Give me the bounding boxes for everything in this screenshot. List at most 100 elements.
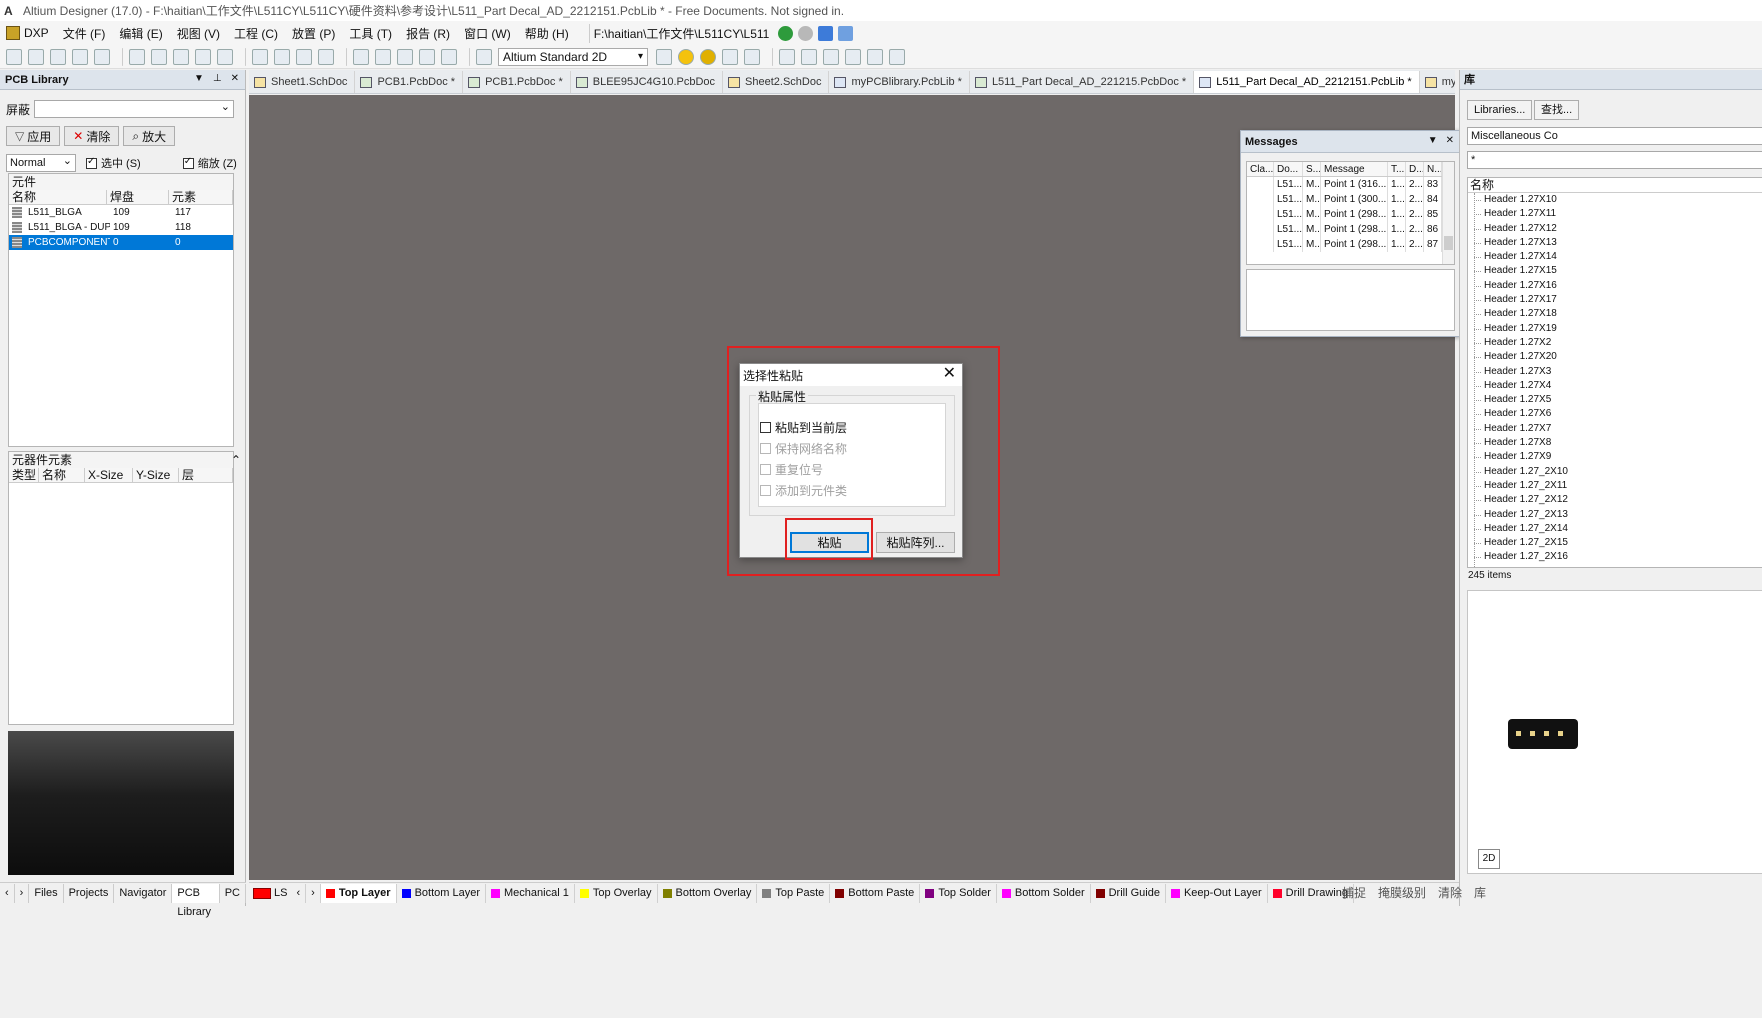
list-item[interactable]: Header 1.27_2X12 [1468,493,1762,507]
menu-window[interactable]: 窗口 (W) [464,25,511,42]
list-item[interactable]: Header 1.27_2X10 [1468,465,1762,479]
list-item[interactable]: Header 1.27_2X15 [1468,536,1762,550]
list-item[interactable]: Header 1.27_2X11 [1468,479,1762,493]
table-row[interactable]: L511_BLGA 109 117 [9,205,233,220]
doc-tab[interactable]: mySCHlibrary.SchLib [1420,71,1455,93]
arc-any-icon[interactable] [823,48,839,65]
copy-icon[interactable] [274,48,290,65]
home-icon[interactable] [818,25,834,41]
snap-button[interactable]: 捕捉 [1342,884,1366,901]
doc-tab[interactable]: L511_Part Decal_AD_221215.PcbDoc * [970,71,1195,93]
column-header[interactable]: Message [1321,162,1388,176]
select-checkbox[interactable] [86,156,97,169]
column-header[interactable]: S... [1303,162,1321,176]
list-item[interactable]: Header 1.27X9 [1468,450,1762,464]
array-paste-icon[interactable] [889,48,905,65]
layer-tab[interactable]: Drill Guide [1091,883,1166,903]
table-row[interactable]: L511_BLGA - DUPLI 109 118 [9,220,233,235]
list-item[interactable]: Header 1.27X18 [1468,307,1762,321]
paste-icon[interactable] [296,48,312,65]
tab-pcb-library[interactable]: PCB Library [172,883,220,918]
view-2d-button[interactable]: 2D [1478,849,1500,869]
pin-icon[interactable]: ⊥ [213,73,222,84]
close-icon[interactable]: ✕ [231,73,239,84]
menu-tools[interactable]: 工具 (T) [349,25,392,42]
doc-tab[interactable]: Sheet2.SchDoc [723,71,830,93]
layer-tab[interactable]: Bottom Paste [830,883,921,903]
doc-tab[interactable]: PCB1.PcbDoc * [355,71,464,93]
list-item[interactable]: Header 1.27_2X14 [1468,522,1762,536]
collapse-icon[interactable]: ⌃ [231,452,241,468]
option-paste-current-layer[interactable]: 粘贴到当前层 [760,419,847,436]
filter-input[interactable]: * [1467,151,1762,169]
column-header[interactable]: X-Size [85,468,133,482]
tab-projects[interactable]: Projects [64,883,115,903]
list-item[interactable]: Header 1.27X17 [1468,293,1762,307]
doc-tab[interactable]: myPCBlibrary.PcbLib * [829,71,970,93]
apply-button[interactable]: ▽ 应用 [6,126,61,146]
menu-edit[interactable]: 编辑 (E) [119,25,162,42]
column-header[interactable]: 层 [179,468,233,482]
checkbox[interactable] [760,422,771,433]
column-header[interactable]: Do... [1274,162,1303,176]
menu-dxp[interactable]: DXP [24,26,49,40]
menu-place[interactable]: 放置 (P) [292,25,335,42]
column-header[interactable]: 名称 [39,468,85,482]
save-icon[interactable] [50,48,66,65]
document-icon[interactable] [838,25,854,41]
column-header[interactable]: T... [1388,162,1406,176]
scrollbar-thumb[interactable] [1444,236,1453,250]
layer-tab[interactable]: Top Paste [757,883,831,903]
message-row[interactable]: L51... M... Point 1 (298... 1... 2... 85 [1247,207,1454,222]
mode-select[interactable]: Normal [6,153,76,172]
text-icon[interactable] [722,48,738,65]
libraries-button[interactable]: Libraries... [1467,100,1533,120]
layer-tab[interactable]: Top Overlay [575,883,658,903]
column-header[interactable]: 名称 [9,190,107,204]
zoom-in-icon[interactable] [151,48,167,65]
doc-tab[interactable]: BLEE95JC4G10.PcbDoc [571,71,724,93]
scrollbar[interactable] [1442,162,1454,264]
list-item[interactable]: Header 1.27X13 [1468,236,1762,250]
layer-tab[interactable]: Bottom Solder [997,883,1091,903]
column-header[interactable]: Cla... [1247,162,1274,176]
menu-project[interactable]: 工程 (C) [234,25,278,42]
scroll-right-icon[interactable]: › [306,883,321,903]
list-item[interactable]: Header 1.27X3 [1468,365,1762,379]
list-item[interactable]: Header 1.27X15 [1468,264,1762,278]
list-item[interactable]: Header 1.27X8 [1468,436,1762,450]
list-item[interactable]: Header 1.27X16 [1468,279,1762,293]
list-item[interactable]: Header 1.27X7 [1468,422,1762,436]
circle-icon[interactable] [845,48,861,65]
tab-files[interactable]: Files [29,883,64,903]
print-icon[interactable] [72,48,88,65]
open-folder-icon[interactable] [129,48,145,65]
layer-tab[interactable]: Top Solder [920,883,997,903]
column-header[interactable]: D... [1406,162,1424,176]
path-combo[interactable]: F:\haitian\工作文件\L511CY\L511 [588,23,774,43]
zoom-checkbox[interactable] [182,156,194,169]
zoom-button[interactable]: ⌕ 放大 [123,126,176,146]
rubber-stamp-icon[interactable] [318,48,334,65]
list-item[interactable]: Header 1.27X2 [1468,336,1762,350]
move-icon[interactable] [375,48,391,65]
deselect-icon[interactable] [397,48,413,65]
cut-icon[interactable] [252,48,268,65]
zoom-area-icon[interactable] [217,48,233,65]
zoom-out-icon[interactable] [173,48,189,65]
doc-tab-active[interactable]: L511_Part Decal_AD_2212151.PcbLib * [1194,71,1420,93]
layer-tab[interactable]: Top Layer [320,883,397,903]
paste-array-button[interactable]: 粘贴阵列... [876,532,955,553]
mask-level-button[interactable]: 掩膜级别 [1378,884,1426,901]
message-row[interactable]: L51... M... Point 1 (298... 1... 2... 86 [1247,222,1454,237]
library-button[interactable]: 库 [1474,884,1486,901]
list-item[interactable]: Header 1.27_2X13 [1468,508,1762,522]
column-header[interactable]: 类型 [9,468,39,482]
list-item[interactable]: Header 1.27X12 [1468,222,1762,236]
menu-reports[interactable]: 报告 (R) [406,25,450,42]
back-icon[interactable] [778,25,794,41]
zoom-fit-icon[interactable] [195,48,211,65]
message-row[interactable]: L51... M... Point 1 (298... 1... 2... 87 [1247,237,1454,252]
search-button[interactable]: 查找... [1534,100,1580,120]
layer-tab[interactable]: Bottom Overlay [658,883,758,903]
